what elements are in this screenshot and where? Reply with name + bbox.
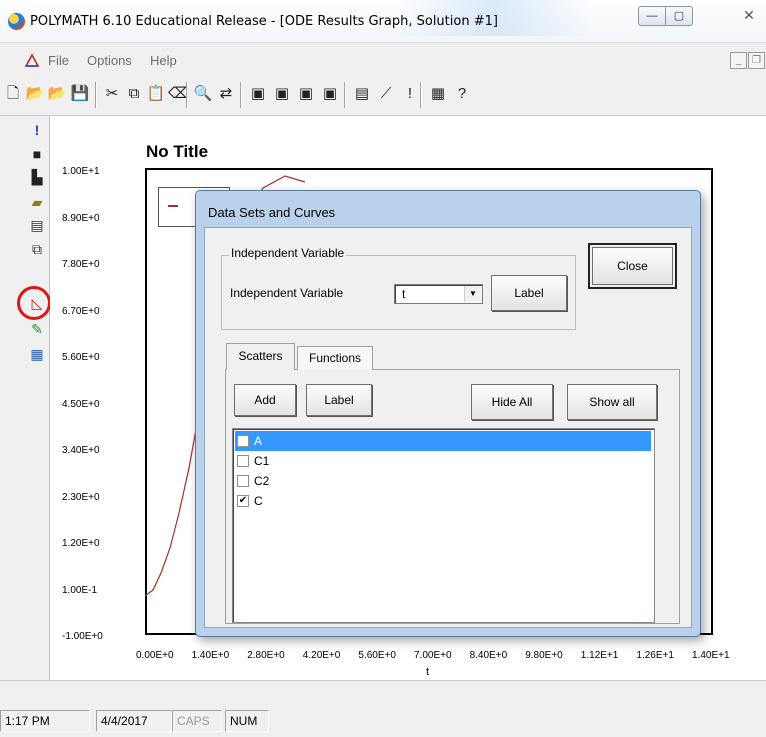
label-button[interactable]: Label bbox=[491, 275, 567, 311]
menu-options[interactable]: Options bbox=[87, 53, 132, 68]
list-item-label: C2 bbox=[254, 474, 270, 488]
chevron-down-icon[interactable]: ▼ bbox=[464, 286, 481, 302]
dialog-title: Data Sets and Curves bbox=[208, 205, 336, 220]
y-tick-label: 1.00E-1 bbox=[62, 584, 98, 596]
toolbar-separator bbox=[95, 82, 97, 108]
y-tick-label: -1.00E+0 bbox=[62, 631, 103, 642]
tab-functions[interactable]: Functions bbox=[297, 346, 373, 370]
checkbox[interactable] bbox=[237, 475, 249, 487]
close-window-button[interactable]: ✕ bbox=[735, 6, 763, 26]
show-all-button[interactable]: Show all bbox=[567, 384, 657, 420]
list-item[interactable]: A bbox=[235, 431, 651, 451]
add-button[interactable]: Add bbox=[234, 384, 296, 416]
y-tick-label: 4.50E+0 bbox=[62, 398, 100, 410]
mdi-restore-button[interactable]: ❐ bbox=[748, 52, 765, 69]
list-item[interactable]: ✔ C bbox=[235, 491, 651, 511]
list-item-label: C bbox=[254, 494, 263, 508]
status-time: 1:17 PM bbox=[0, 710, 90, 732]
save-as-icon[interactable]: ▙ bbox=[28, 168, 46, 186]
x-tick-label: 1.40E+1 bbox=[692, 650, 730, 661]
save-icon[interactable]: 💾 bbox=[70, 84, 90, 104]
open-icon[interactable]: ▰ bbox=[28, 193, 46, 211]
x-tick-label: 4.20E+0 bbox=[302, 650, 341, 661]
maximize-button[interactable]: ▢ bbox=[665, 6, 693, 26]
checkbox[interactable]: ✔ bbox=[237, 495, 249, 507]
calculator-icon[interactable]: ▤ bbox=[352, 84, 372, 104]
checkbox[interactable] bbox=[237, 455, 249, 467]
toolbar-separator bbox=[186, 82, 188, 108]
regression-icon[interactable]: ▣ bbox=[320, 84, 340, 104]
x-tick-label: 8.40E+0 bbox=[469, 650, 508, 661]
checkbox[interactable] bbox=[237, 435, 249, 447]
x-tick-label: 7.00E+0 bbox=[414, 650, 452, 661]
list-item[interactable]: C1 bbox=[235, 451, 651, 471]
toolbar-separator bbox=[420, 82, 422, 108]
highlight-circle bbox=[17, 286, 51, 320]
y-tick-label: 3.40E+0 bbox=[62, 445, 100, 456]
scatter-label-button[interactable]: Label bbox=[306, 384, 372, 416]
linear-equations-icon[interactable]: ▣ bbox=[248, 84, 268, 104]
x-tick-label: 5.60E+0 bbox=[358, 650, 396, 661]
ode-icon[interactable]: ▣ bbox=[296, 84, 316, 104]
cut-icon[interactable]: ✂ bbox=[102, 84, 122, 104]
status-date: 4/4/2017 bbox=[96, 710, 172, 732]
list-item-label: C1 bbox=[254, 454, 270, 468]
legend-line bbox=[168, 205, 178, 207]
graph-title[interactable]: No Title bbox=[146, 142, 208, 162]
find-icon[interactable]: 🔍 bbox=[193, 84, 213, 104]
nonlinear-equations-icon[interactable]: ▣ bbox=[272, 84, 292, 104]
copy-icon[interactable]: ⧉ bbox=[28, 240, 46, 258]
replace-icon[interactable]: ⇄ bbox=[216, 84, 236, 104]
x-axis-label: t bbox=[426, 666, 430, 678]
open-example-icon[interactable]: 📂 bbox=[47, 84, 67, 104]
status-caps: CAPS bbox=[172, 710, 222, 732]
x-tick-label: 9.80E+0 bbox=[525, 650, 563, 661]
mdi-minimize-button[interactable]: _ bbox=[730, 52, 747, 69]
run-icon[interactable]: ! bbox=[28, 121, 46, 139]
tab-scatters[interactable]: Scatters bbox=[226, 343, 295, 370]
hide-all-button[interactable]: Hide All bbox=[471, 384, 553, 420]
y-tick-label: 1.00E+1 bbox=[62, 166, 100, 177]
x-tick-label: 1.26E+1 bbox=[636, 650, 674, 661]
menu-file[interactable]: File bbox=[48, 53, 69, 68]
y-tick-label: 6.70E+0 bbox=[62, 305, 100, 317]
window-title: POLYMATH 6.10 Educational Release - [ODE… bbox=[30, 14, 498, 29]
graph-document-icon[interactable] bbox=[24, 52, 40, 68]
open-folder-icon[interactable]: 📂 bbox=[25, 84, 45, 104]
eraser-icon[interactable]: ⌫ bbox=[168, 84, 189, 104]
x-tick-label: 1.12E+1 bbox=[580, 650, 619, 661]
menu-help[interactable]: Help bbox=[150, 53, 177, 68]
toolbar-separator bbox=[344, 82, 346, 108]
y-tick-label: 1.20E+0 bbox=[62, 538, 100, 549]
y-tick-label: 5.60E+0 bbox=[62, 352, 100, 363]
x-tick-label: 0.00E+0 bbox=[136, 650, 174, 661]
help-icon[interactable]: ? bbox=[452, 84, 472, 104]
save-icon[interactable]: ■ bbox=[28, 145, 46, 163]
x-tick-label: 1.40E+0 bbox=[191, 650, 230, 661]
new-file-icon[interactable]: 🗋 bbox=[3, 84, 23, 104]
group-caption: Independent Variable bbox=[229, 246, 347, 260]
copy-icon[interactable]: ⧉ bbox=[124, 84, 144, 104]
toolbar-separator bbox=[240, 82, 242, 108]
independent-variable-value: t bbox=[402, 287, 406, 301]
independent-variable-label: Independent Variable bbox=[230, 286, 344, 300]
graph-tool-icon[interactable]: ⟋ bbox=[376, 84, 396, 104]
x-tick-label: 2.80E+0 bbox=[247, 650, 285, 661]
app-icon[interactable] bbox=[8, 13, 25, 30]
list-item-label: A bbox=[254, 434, 263, 448]
paste-icon[interactable]: 📋 bbox=[146, 84, 166, 104]
y-tick-label: 7.80E+0 bbox=[62, 259, 100, 270]
table-icon[interactable]: ▦ bbox=[28, 345, 46, 363]
status-num: NUM bbox=[225, 710, 269, 732]
spreadsheet-icon[interactable]: ▦ bbox=[428, 84, 448, 104]
print-icon[interactable]: ▤ bbox=[28, 216, 46, 234]
brush-icon[interactable]: ✎ bbox=[28, 320, 46, 338]
minimize-button[interactable]: — bbox=[638, 6, 666, 26]
close-button[interactable]: Close bbox=[592, 247, 673, 285]
y-tick-label: 8.90E+0 bbox=[62, 212, 100, 224]
list-item[interactable]: C2 bbox=[235, 471, 651, 491]
solve-icon[interactable]: ! bbox=[400, 84, 420, 104]
y-tick-label: 2.30E+0 bbox=[62, 491, 100, 503]
